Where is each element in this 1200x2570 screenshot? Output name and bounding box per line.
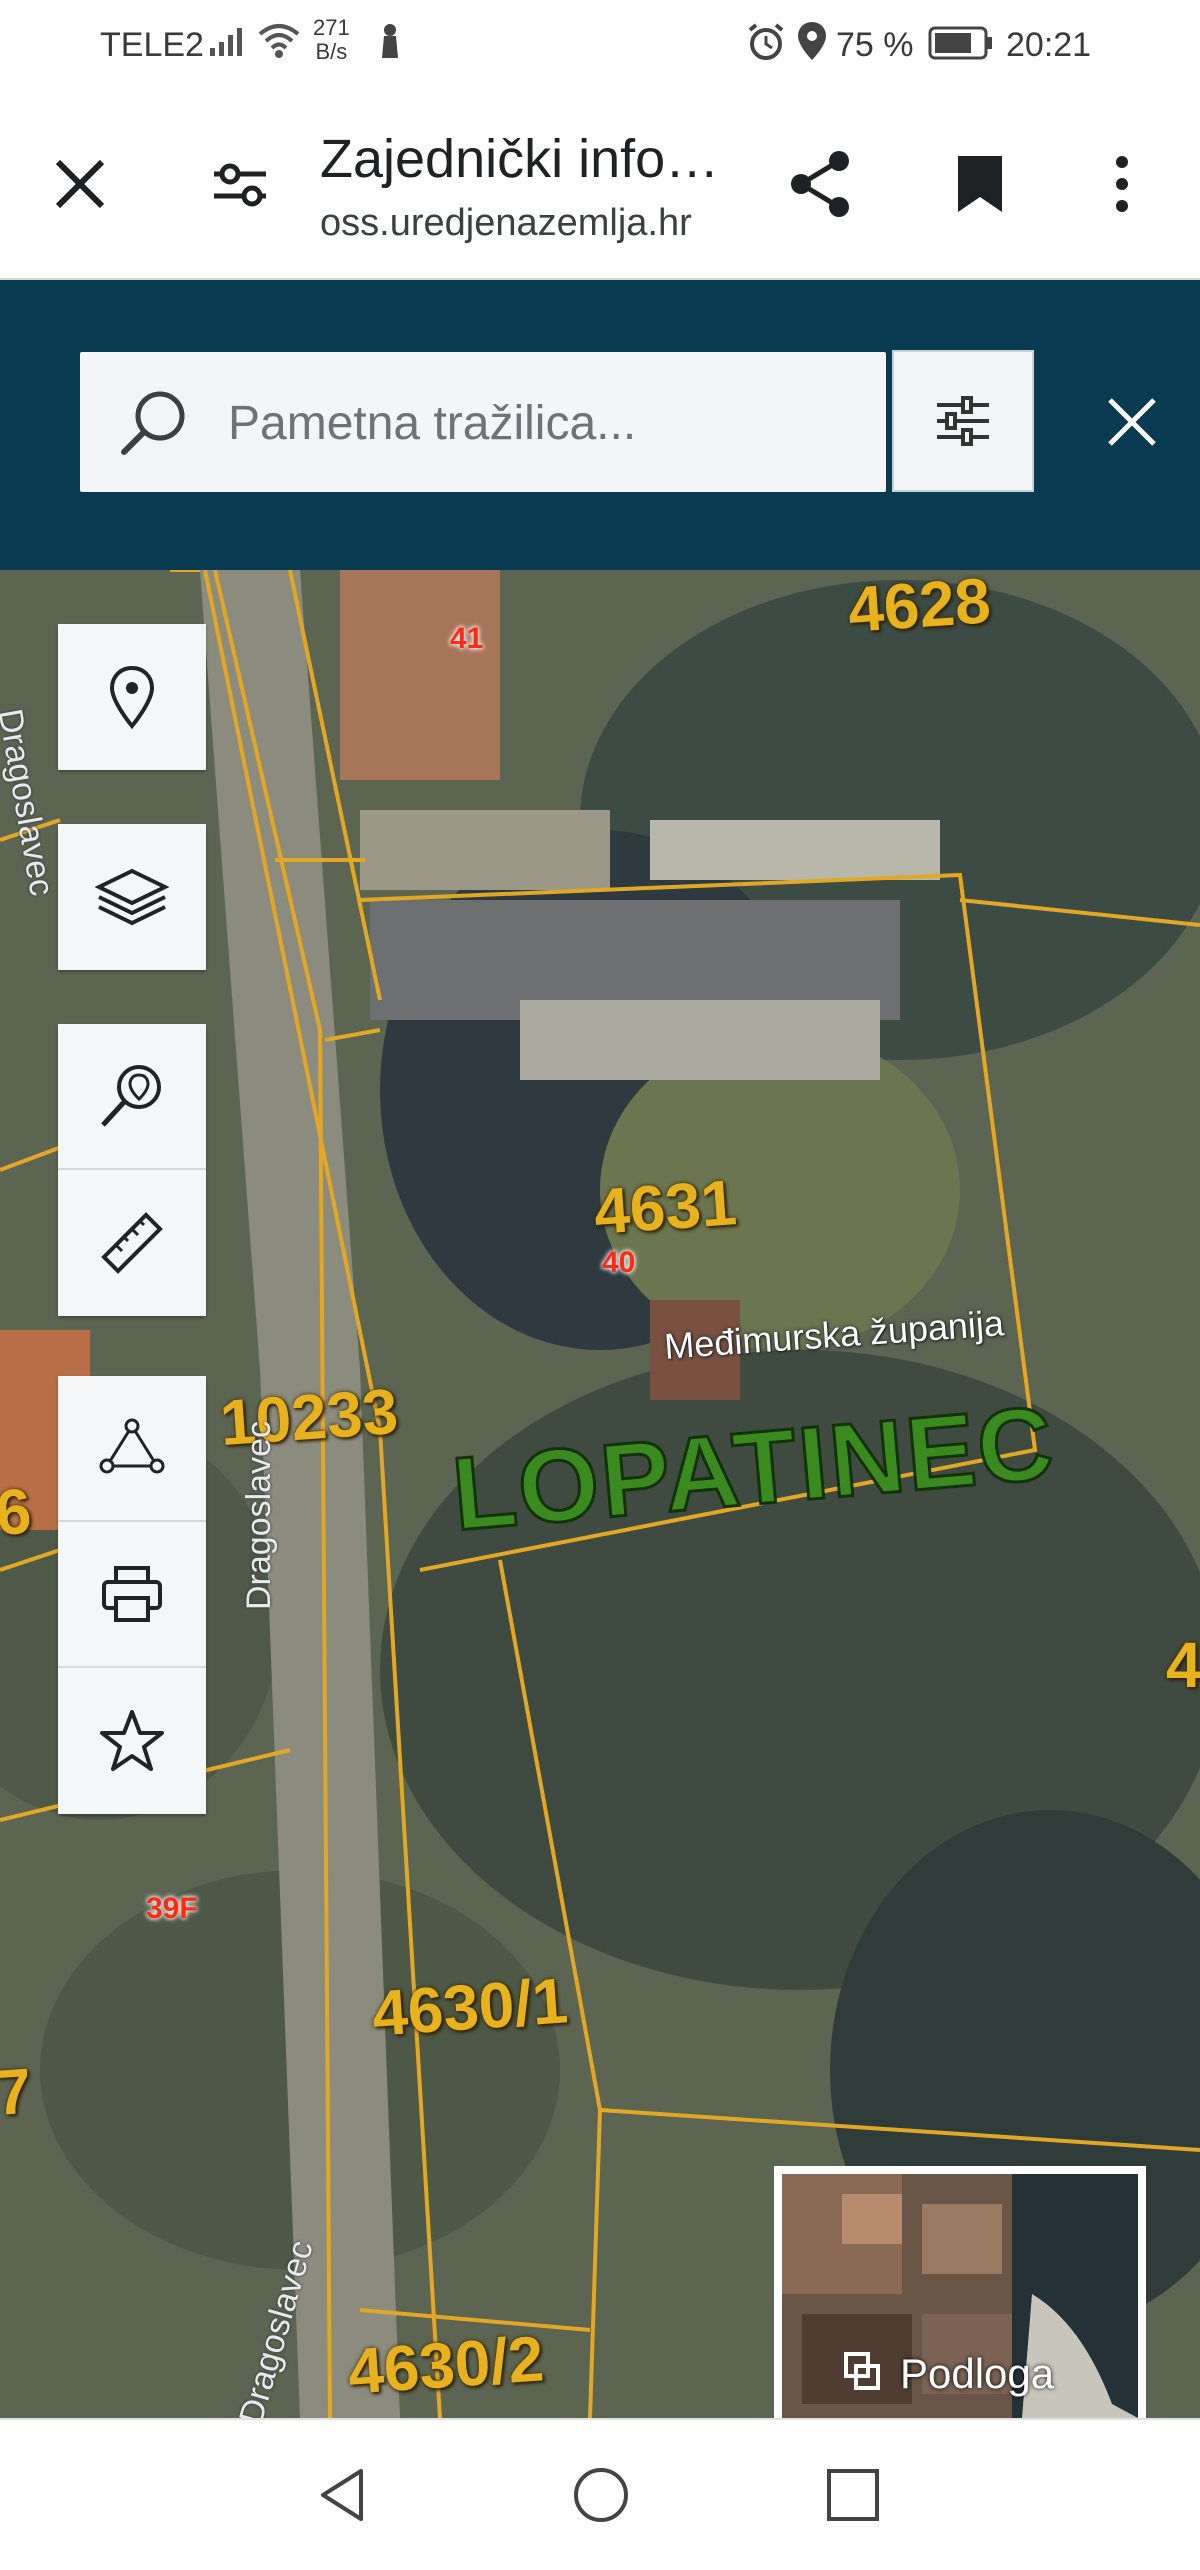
basemap-icon [842, 2350, 882, 2397]
parcel-label: 4630/1 [369, 1964, 571, 2050]
close-search-button[interactable] [1090, 380, 1174, 464]
home-circle-icon [574, 2468, 628, 2522]
browser-toolbar: Zajednički info… oss.uredjenazemlja.hr [0, 92, 1200, 280]
parcel-label: 4630/2 [345, 2322, 547, 2408]
tool-group-actions [58, 1376, 206, 1814]
basemap-switcher[interactable]: Podloga [774, 2166, 1146, 2418]
back-button[interactable] [298, 2450, 388, 2540]
system-nav-bar [0, 2418, 1200, 2570]
search-header [0, 280, 1200, 570]
search-location-icon [101, 1065, 161, 1127]
search-location-button[interactable] [58, 1024, 206, 1170]
battery-icon [928, 26, 994, 69]
draw-polygon-button[interactable] [58, 1376, 206, 1522]
print-icon [102, 1566, 162, 1622]
tune-icon [214, 163, 266, 207]
share-icon [791, 151, 849, 217]
signal-icon [208, 22, 248, 67]
usb-icon [378, 22, 402, 71]
search-input[interactable] [226, 352, 870, 494]
locate-button[interactable] [58, 624, 206, 770]
favorites-button[interactable] [58, 1668, 206, 1814]
network-speed: 271 B/s [313, 16, 350, 64]
measure-button[interactable] [58, 1170, 206, 1316]
location-pin-icon [109, 665, 155, 730]
tool-group-layers [58, 824, 206, 970]
bookmark-button[interactable] [940, 144, 1020, 224]
basemap-thumbnail: Podloga [782, 2174, 1138, 2418]
filter-sliders-icon [937, 396, 989, 446]
recents-square-icon [827, 2469, 879, 2521]
wifi-icon [256, 20, 302, 69]
more-vert-icon [1116, 156, 1128, 212]
house-number: 41 [450, 622, 484, 655]
network-speed-value: 271 [313, 15, 350, 40]
search-filter-button[interactable] [892, 350, 1034, 492]
alarm-icon [746, 22, 786, 71]
ruler-icon [101, 1212, 163, 1274]
location-status-icon [796, 20, 828, 71]
parcel-label: 4 [1166, 1629, 1200, 1701]
carrier-name: TELE2 [100, 26, 204, 64]
bookmark-icon [958, 156, 1002, 212]
layers-button[interactable] [58, 824, 206, 970]
basemap-label: Podloga [900, 2350, 1055, 2397]
more-options-button[interactable] [1082, 144, 1162, 224]
print-button[interactable] [58, 1522, 206, 1668]
search-icon [118, 386, 190, 463]
street-name-label: Dragoslavec [240, 1421, 278, 1610]
network-speed-unit: B/s [315, 39, 348, 64]
house-number: 39F [146, 1892, 198, 1925]
clock: 20:21 [1006, 26, 1092, 64]
close-icon [55, 159, 105, 209]
search-box [80, 352, 886, 494]
page-url[interactable]: oss.uredjenazemlja.hr [320, 202, 692, 245]
share-button[interactable] [780, 144, 860, 224]
parcel-label: 96 [0, 1474, 34, 1552]
status-bar: TELE2 271 B/s 75 % 20:21 [0, 0, 1200, 92]
tool-group-location [58, 624, 206, 770]
back-triangle-icon [321, 2469, 363, 2521]
parcel-label: 4628 [845, 570, 993, 646]
parcel-label: 4631 [591, 1166, 739, 1248]
close-tab-button[interactable] [40, 144, 120, 224]
map-view[interactable]: 4628 4631 10233 4630/1 4630/2 96 97 4 41… [0, 570, 1200, 2418]
battery-percent: 75 % [836, 26, 914, 64]
tool-group-measure [58, 1024, 206, 1316]
close-icon [1108, 398, 1156, 446]
house-number: 40 [602, 1246, 636, 1279]
layers-icon [95, 868, 169, 926]
parcel-label: 97 [0, 2054, 34, 2132]
recents-button[interactable] [808, 2450, 898, 2540]
page-title: Zajednički info… [320, 129, 720, 189]
polygon-icon [99, 1418, 165, 1474]
site-settings-button[interactable] [200, 144, 280, 224]
star-icon [100, 1710, 164, 1771]
home-button[interactable] [556, 2450, 646, 2540]
